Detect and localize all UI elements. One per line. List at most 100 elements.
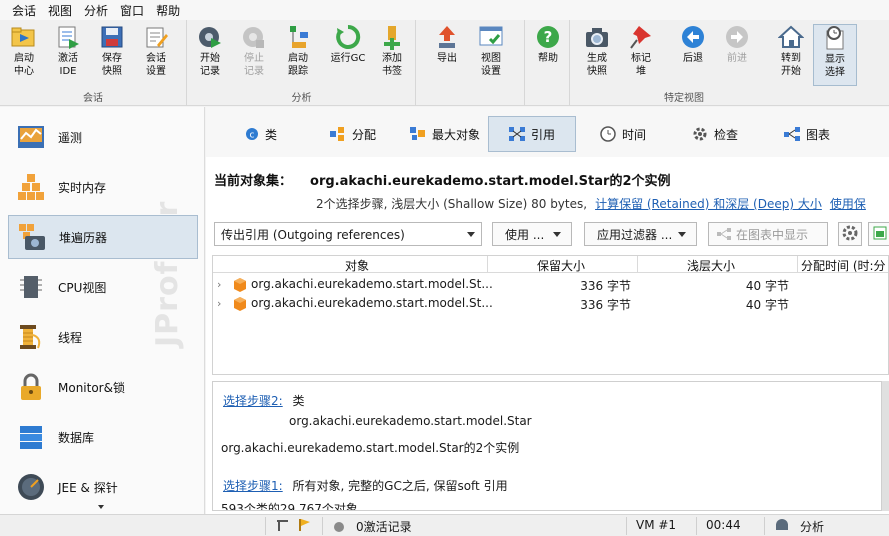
camera-icon — [582, 24, 612, 50]
export-button[interactable]: 导出 — [425, 24, 469, 86]
sidebar-item-live-memory[interactable]: 实时内存 — [8, 165, 198, 209]
export-icon — [432, 24, 462, 50]
profiling-mode: 分析 — [800, 520, 825, 534]
expand-icon[interactable]: › — [217, 297, 221, 310]
toolbar-group-session: 启动 中心 激活 IDE 保存 快照 会话 设置 会话 — [0, 20, 187, 106]
help-button[interactable]: ? 帮助 — [526, 24, 570, 86]
export-view-button[interactable] — [868, 222, 889, 246]
heap-walker-icon — [15, 220, 49, 254]
object-set-subtitle: 2个选择步骤, 浅层大小 (Shallow Size) 80 bytes, — [316, 197, 588, 211]
toolbar-group-label-profiling: 分析 — [291, 93, 312, 104]
add-bookmark-button[interactable]: 添加 书签 — [370, 24, 414, 86]
column-allocation-time[interactable]: 分配时间 (时:分 — [801, 257, 886, 274]
profiling-mode-icon — [774, 518, 790, 535]
settings-button[interactable] — [838, 222, 862, 246]
view-settings-button[interactable]: 视图 设置 — [469, 24, 513, 86]
chevron-down-icon — [678, 232, 686, 237]
references-table: 对象 保留大小 浅层大小 分配时间 (时:分 › org.akachi.eure… — [212, 255, 889, 375]
stop-recording-button[interactable]: 停止 记录 — [232, 24, 276, 86]
table-row[interactable]: › org.akachi.eurekademo.start.model.St..… — [213, 275, 888, 294]
status-separator — [764, 517, 765, 535]
pin-status-icon[interactable] — [276, 518, 290, 535]
menu-session[interactable]: 会话 — [6, 2, 42, 19]
heap-walker-panel: c 类 分配 最大对象 引用 时间 检查 图表 当前对象集： org.akachi — [206, 107, 889, 514]
column-object[interactable]: 对象 — [345, 257, 369, 274]
mark-heap-button[interactable]: 标记 堆 — [619, 24, 663, 86]
inspections-icon — [692, 126, 708, 142]
activate-ide-button[interactable]: 激活 IDE — [46, 24, 90, 86]
elapsed-time: 00:44 — [706, 518, 741, 532]
export-view-icon — [872, 225, 888, 244]
column-shallow-size[interactable]: 浅层大小 — [687, 257, 735, 274]
start-tracking-button[interactable]: 启动 跟踪 — [276, 24, 320, 86]
flag-icon[interactable] — [297, 518, 311, 535]
sidebar: JProfiler 遥测 实时内存 堆遍历器 CPU视图 线程 Monitor& — [0, 107, 205, 514]
recording-status-icon — [334, 521, 344, 535]
bookmark-add-icon — [377, 24, 407, 50]
sidebar-item-telemetry[interactable]: 遥测 — [8, 115, 198, 159]
tab-allocations[interactable]: 分配 — [308, 116, 398, 152]
forward-button[interactable]: 前进 — [715, 24, 759, 86]
session-settings-button[interactable]: 会话 设置 — [134, 24, 178, 86]
selection-step-2-link[interactable]: 选择步骤2: — [223, 394, 283, 408]
object-icon — [233, 297, 247, 314]
column-separator[interactable] — [487, 256, 488, 273]
toolbar-group-profiling: 开始 记录 停止 记录 启动 跟踪 运行GC 添加 书签 分析 — [188, 20, 416, 106]
go-to-start-button[interactable]: 转到 开始 — [769, 24, 813, 86]
column-retained-size[interactable]: 保留大小 — [537, 257, 585, 274]
run-gc-button[interactable]: 运行GC — [326, 24, 370, 86]
menu-help[interactable]: 帮助 — [150, 2, 186, 19]
table-row[interactable]: › org.akachi.eurekademo.start.model.St..… — [213, 294, 888, 313]
view-tabs: c 类 分配 最大对象 引用 时间 检查 图表 — [206, 107, 889, 157]
calculate-retained-sizes-link[interactable]: 计算保留 (Retained) 和深层 (Deep) 大小 — [595, 197, 822, 211]
tab-inspections[interactable]: 检查 — [670, 116, 760, 152]
save-snapshot-button[interactable]: 保存 快照 — [90, 24, 134, 86]
column-separator[interactable] — [797, 256, 798, 273]
menu-window[interactable]: 窗口 — [114, 2, 150, 19]
forward-icon — [722, 24, 752, 50]
current-object-set: 当前对象集： org.akachi.eurekademo.start.model.… — [214, 170, 671, 189]
sidebar-item-databases[interactable]: 数据库 — [8, 415, 198, 459]
tab-biggest-objects[interactable]: 最大对象 — [400, 116, 490, 152]
sidebar-item-heap-walker[interactable]: 堆遍历器 — [8, 215, 198, 259]
sidebar-item-monitors-locks[interactable]: Monitor&锁 — [8, 365, 198, 409]
detail-scrollbar[interactable] — [882, 381, 889, 511]
status-separator — [626, 517, 627, 535]
object-set-summary: 2个选择步骤, 浅层大小 (Shallow Size) 80 bytes, 计算保… — [316, 195, 866, 212]
menu-analyze[interactable]: 分析 — [78, 2, 114, 19]
chevron-down-icon — [553, 232, 561, 237]
take-snapshot-button[interactable]: 生成 快照 — [575, 24, 619, 86]
references-controls: 传出引用 (Outgoing references) 使用 ... 应用过滤器 … — [214, 222, 889, 246]
tab-time[interactable]: 时间 — [578, 116, 668, 152]
sidebar-item-jee-probes[interactable]: JEE & 探针 — [8, 465, 198, 509]
start-recording-button[interactable]: 开始 记录 — [188, 24, 232, 86]
reference-type-select[interactable]: 传出引用 (Outgoing references) — [214, 222, 482, 246]
telemetry-icon — [14, 120, 48, 154]
biggest-objects-icon — [409, 127, 426, 141]
sidebar-item-threads[interactable]: 线程 — [8, 315, 198, 359]
record-stop-icon — [239, 24, 269, 50]
selection-steps-panel: 选择步骤2: 类 org.akachi.eurekademo.start.mod… — [212, 381, 882, 511]
use-link[interactable]: 使用保 — [830, 197, 866, 211]
cpu-icon — [14, 270, 48, 304]
column-separator[interactable] — [637, 256, 638, 273]
allocation-icon — [329, 127, 346, 141]
apply-filter-button[interactable]: 应用过滤器 ... — [584, 222, 697, 246]
tab-graph[interactable]: 图表 — [762, 116, 852, 152]
show-in-graph-button[interactable]: 在图表中显示 — [708, 222, 828, 246]
start-center-button[interactable]: 启动 中心 — [2, 24, 46, 86]
back-button[interactable]: 后退 — [671, 24, 715, 86]
tracking-icon — [283, 24, 313, 50]
selection-step-1-link[interactable]: 选择步骤1: — [223, 479, 283, 493]
show-selection-button[interactable]: 显示 选择 — [813, 24, 857, 86]
tab-references[interactable]: 引用 — [488, 116, 576, 152]
status-separator — [265, 517, 266, 535]
menu-view[interactable]: 视图 — [42, 2, 78, 19]
tab-classes[interactable]: c 类 — [216, 116, 306, 152]
sidebar-scroll-down-icon[interactable] — [98, 505, 104, 509]
back-icon — [678, 24, 708, 50]
sidebar-item-cpu-views[interactable]: CPU视图 — [8, 265, 198, 309]
active-recordings: 0激活记录 — [356, 520, 412, 534]
expand-icon[interactable]: › — [217, 278, 221, 291]
use-button[interactable]: 使用 ... — [492, 222, 572, 246]
